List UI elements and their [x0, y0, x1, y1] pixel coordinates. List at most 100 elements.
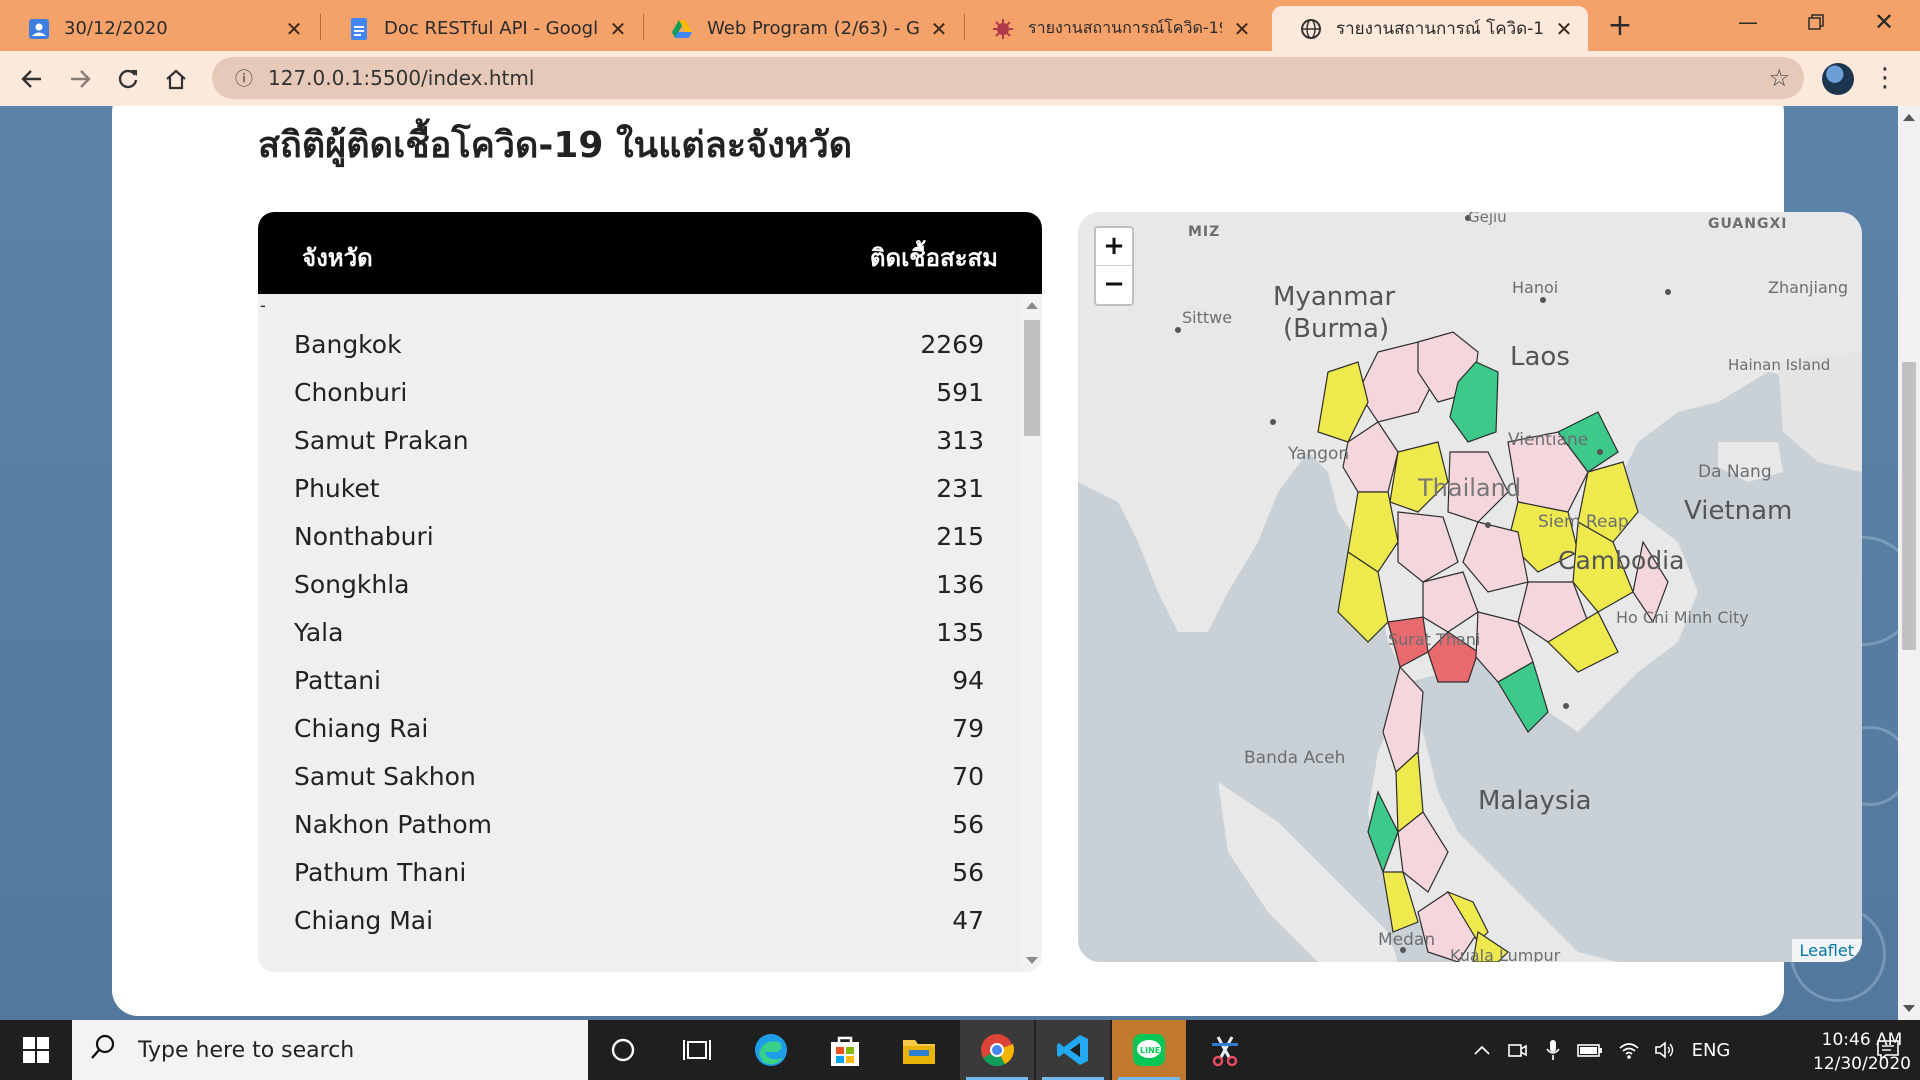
address-toolbar: ⓘ 127.0.0.1:5500/index.html ☆ ⋮: [0, 51, 1920, 106]
home-button[interactable]: [156, 59, 196, 99]
vscode-icon: [1057, 1035, 1088, 1065]
map-label-miz: MIZ: [1188, 224, 1221, 240]
browser-menu-button[interactable]: ⋮: [1872, 59, 1898, 99]
task-view-button[interactable]: [660, 1020, 734, 1080]
language-indicator[interactable]: ENG: [1686, 1020, 1736, 1080]
case-count: 591: [936, 378, 984, 407]
info-icon[interactable]: ⓘ: [224, 65, 264, 91]
taskbar-search[interactable]: Type here to search: [72, 1020, 588, 1080]
line-icon: LINE: [1133, 1034, 1165, 1066]
content-card: สถิติผู้ติดเชื้อโควิด-19 ในแต่ละจังหวัด …: [112, 106, 1862, 1016]
back-button[interactable]: [12, 59, 52, 99]
forward-button[interactable]: [60, 59, 100, 99]
arrow-left-icon: [21, 70, 41, 88]
map-label-burma: (Burma): [1283, 314, 1390, 344]
microphone-icon: [1546, 1040, 1560, 1060]
province-name: Chiang Rai: [294, 714, 429, 743]
province-name: Nakhon Pathom: [294, 810, 492, 839]
snipping-tool-app[interactable]: [1188, 1020, 1262, 1080]
map-label-kuala-lumpur: Kuala Lumpur: [1450, 946, 1561, 962]
page-scrollbar[interactable]: [1898, 106, 1920, 1020]
meet-now-tray[interactable]: [1500, 1020, 1534, 1080]
close-icon[interactable]: ✕: [282, 17, 306, 41]
zoom-in-button[interactable]: +: [1096, 228, 1132, 266]
microphone-tray[interactable]: [1536, 1020, 1570, 1080]
wifi-icon: [1619, 1043, 1639, 1059]
table-row: Chonburi 591: [294, 370, 984, 418]
scroll-down-arrow-icon[interactable]: [1903, 1005, 1915, 1012]
covid-map[interactable]: Gejiu GUANGXI MIZ Myanmar (Burma) Hanoi …: [1078, 212, 1862, 962]
scroll-down-arrow-icon[interactable]: [1026, 957, 1038, 964]
store-app[interactable]: [808, 1020, 882, 1080]
close-icon[interactable]: ✕: [1230, 17, 1254, 41]
reload-icon: [118, 69, 138, 89]
new-tab-button[interactable]: +: [1600, 8, 1640, 46]
table-row: Nonthaburi 215: [294, 514, 984, 562]
scroll-up-arrow-icon[interactable]: [1903, 114, 1915, 121]
table-row: Samut Prakan 313: [294, 418, 984, 466]
close-icon[interactable]: ✕: [927, 17, 951, 41]
bookmark-star-icon[interactable]: ☆: [1768, 64, 1790, 92]
battery-icon: [1577, 1044, 1602, 1057]
table-row: Yala 135: [294, 610, 984, 658]
notifications-button[interactable]: [1866, 1020, 1910, 1080]
profile-avatar[interactable]: [1822, 63, 1854, 95]
map-label-medan: Medan: [1378, 930, 1436, 950]
chrome-app[interactable]: [960, 1020, 1034, 1080]
store-icon: [831, 1036, 859, 1066]
province-name: Pattani: [294, 666, 381, 695]
browser-tab-bar: 30/12/2020 ✕ Doc RESTful API - Google D …: [0, 0, 1920, 51]
start-button[interactable]: [0, 1020, 72, 1080]
close-icon[interactable]: ✕: [606, 17, 630, 41]
svg-text:LINE: LINE: [1140, 1046, 1160, 1055]
case-count: 215: [936, 522, 984, 551]
case-count: 2269: [920, 330, 984, 359]
home-icon: [166, 69, 186, 90]
page-scrollbar-thumb[interactable]: [1902, 362, 1916, 650]
table-row: Nakhon Pathom 56: [294, 802, 984, 850]
map-label-cambodia: Cambodia: [1558, 546, 1685, 575]
tab-covid-report-active[interactable]: รายงานสถานการณ์ โควิด-19 ✕: [1272, 6, 1588, 51]
url-bar[interactable]: ⓘ 127.0.0.1:5500/index.html ☆: [212, 57, 1804, 99]
tab-covid-report[interactable]: รายงานสถานการณ์โควิด-19 ป ✕: [964, 6, 1266, 51]
search-icon: [90, 1034, 130, 1067]
column-header-cases: ติดเชื้อสะสม: [869, 244, 998, 272]
cortana-button[interactable]: [586, 1020, 660, 1080]
map-label-malaysia: Malaysia: [1478, 786, 1592, 816]
table-row: Songkhla 136: [294, 562, 984, 610]
volume-tray[interactable]: [1648, 1020, 1682, 1080]
table-row: Pathum Thani 56: [294, 850, 984, 898]
table-row: Phuket 231: [294, 466, 984, 514]
tab-doc-restful[interactable]: Doc RESTful API - Google D ✕: [320, 6, 642, 51]
close-icon[interactable]: ✕: [1552, 17, 1576, 41]
vscode-app[interactable]: [1036, 1020, 1110, 1080]
show-hidden-icons-button[interactable]: [1468, 1020, 1496, 1080]
google-docs-icon: [348, 17, 370, 40]
close-window-button[interactable]: ✕: [1850, 0, 1918, 44]
file-explorer-app[interactable]: [882, 1020, 956, 1080]
restore-button[interactable]: [1782, 0, 1850, 44]
globe-icon: [1300, 18, 1322, 40]
map-label-sittwe: Sittwe: [1182, 308, 1233, 327]
cortana-icon: [611, 1038, 635, 1062]
province-name: Samut Sakhon: [294, 762, 476, 791]
tab-date[interactable]: 30/12/2020 ✕: [0, 6, 318, 51]
table-body: - Bangkok 2269 Chonburi 591 Samut Prakan 31…: [258, 294, 1022, 972]
case-count: 94: [952, 666, 984, 695]
zoom-out-button[interactable]: −: [1096, 266, 1132, 304]
line-app[interactable]: LINE: [1112, 1020, 1186, 1080]
case-count: 47: [952, 906, 984, 935]
table-scrollbar[interactable]: [1022, 294, 1042, 972]
leaflet-attribution-link[interactable]: Leaflet: [1791, 939, 1862, 962]
battery-tray[interactable]: [1572, 1020, 1608, 1080]
map-label-banda-aceh: Banda Aceh: [1244, 748, 1346, 768]
edge-app[interactable]: [734, 1020, 808, 1080]
province-name: Chiang Mai: [294, 906, 434, 935]
tab-web-program[interactable]: Web Program (2/63) - Goo ✕: [643, 6, 963, 51]
scroll-up-arrow-icon[interactable]: [1026, 302, 1038, 309]
network-tray[interactable]: [1612, 1020, 1646, 1080]
scrollbar-thumb[interactable]: [1024, 320, 1040, 436]
reload-button[interactable]: [108, 59, 148, 99]
map-zoom-control: + −: [1094, 226, 1134, 306]
minimize-button[interactable]: —: [1714, 0, 1782, 44]
